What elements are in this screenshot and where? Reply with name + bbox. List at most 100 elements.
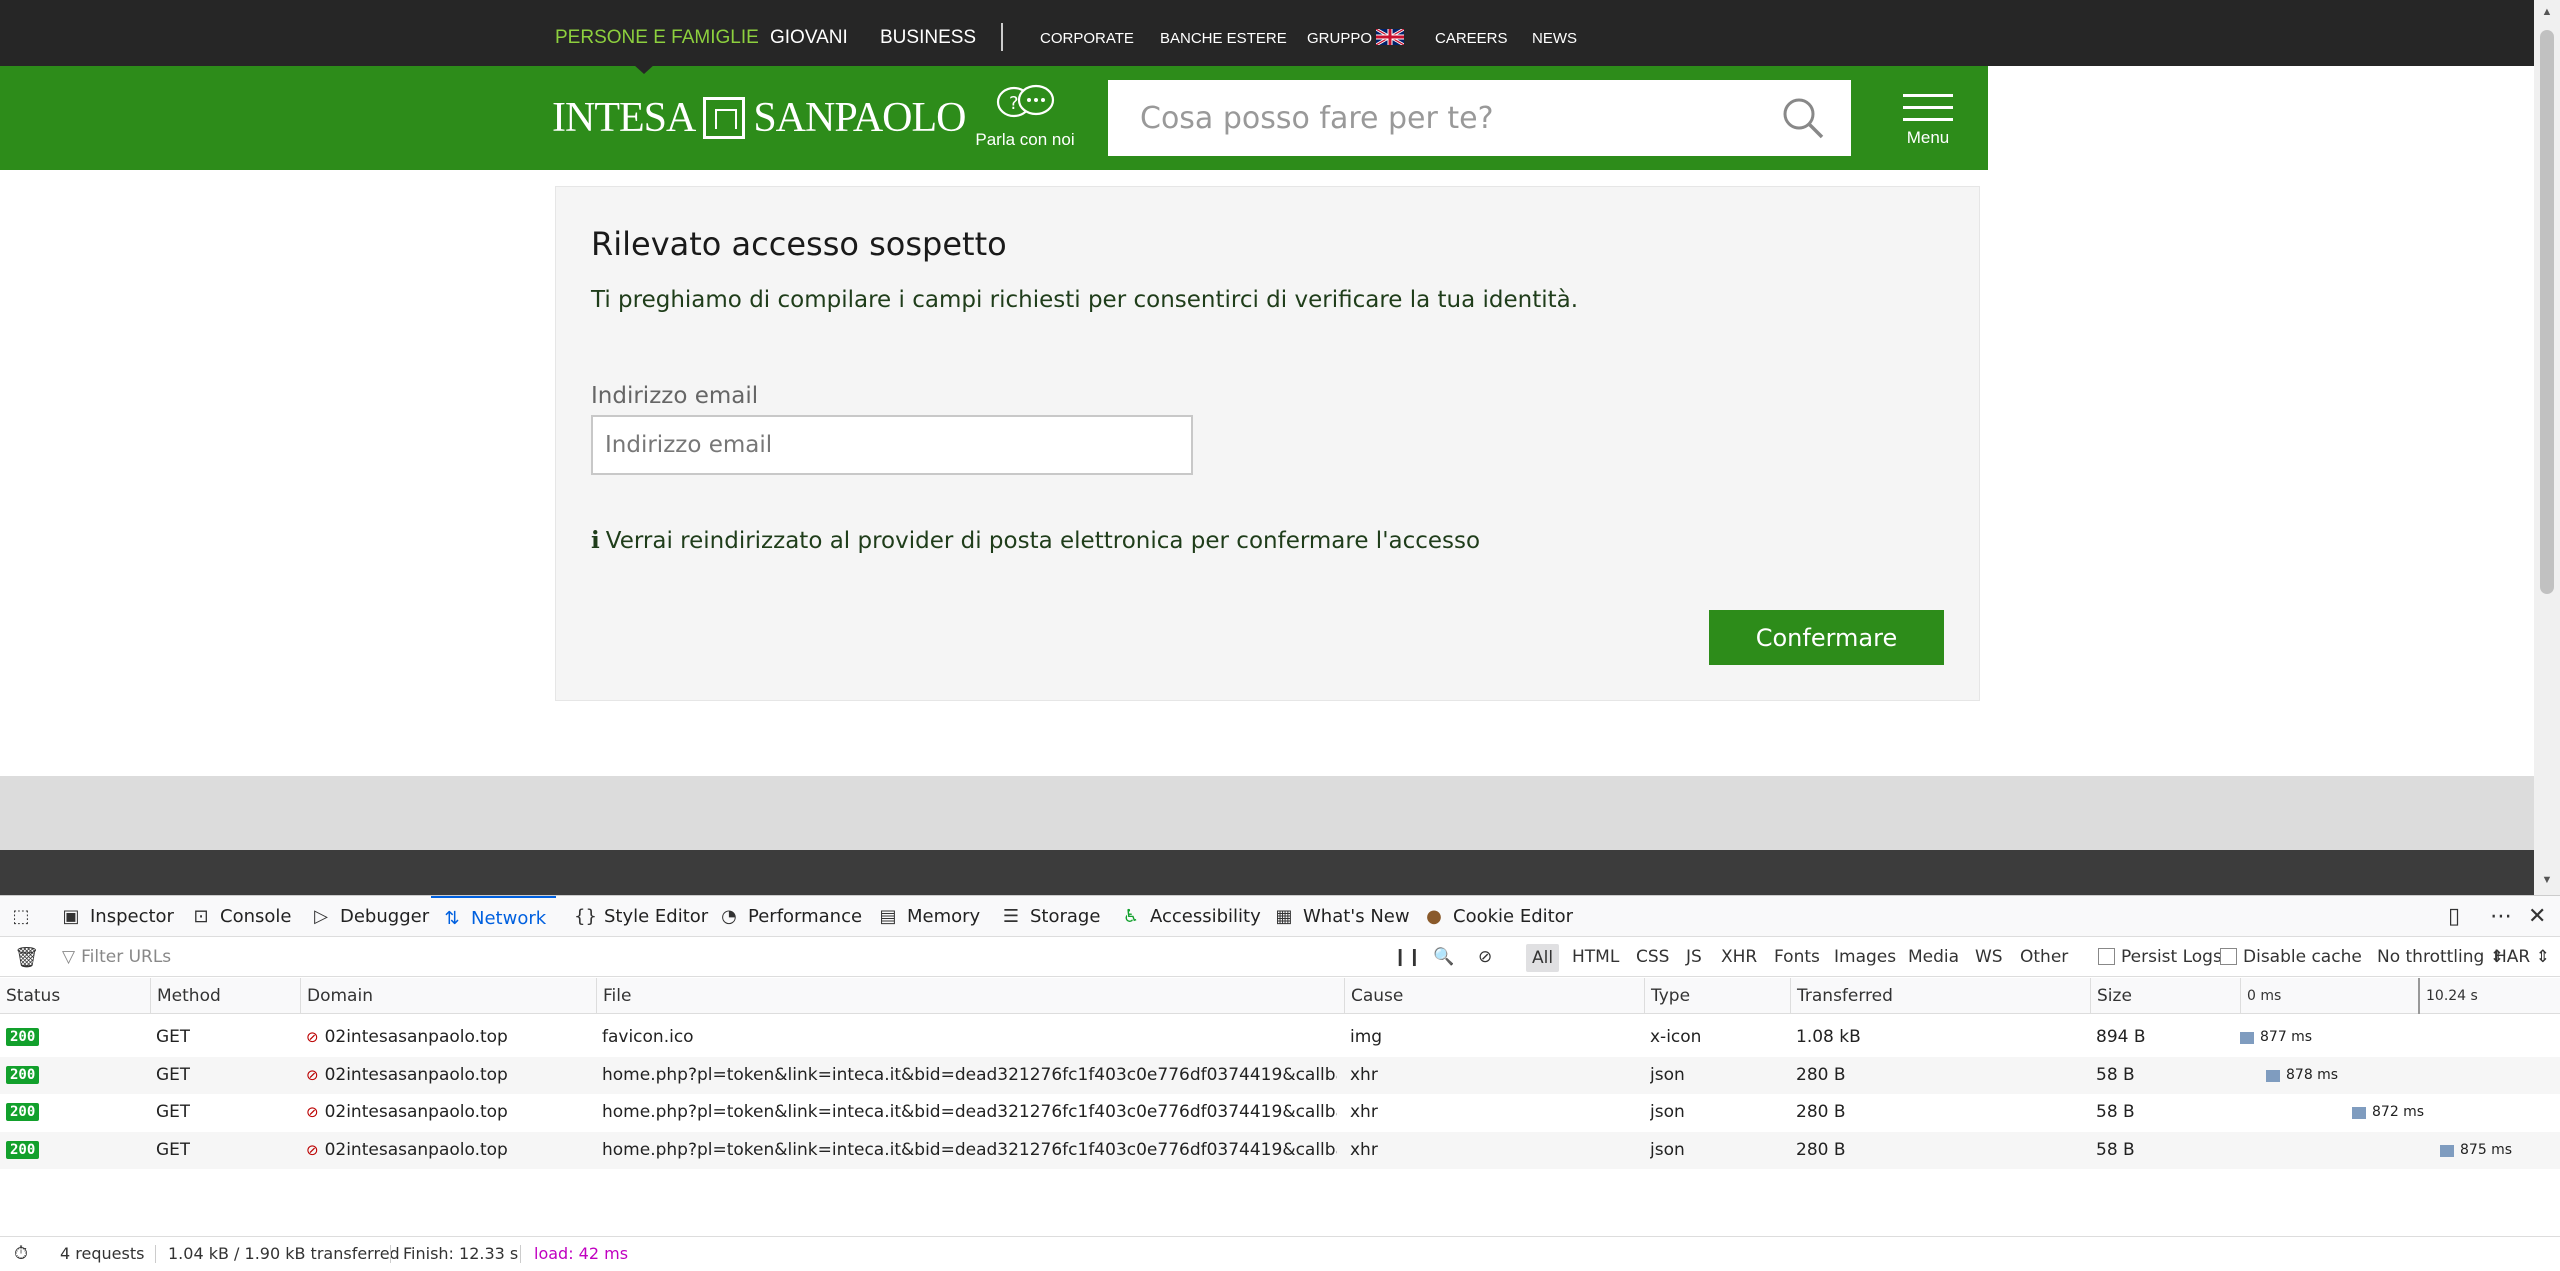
filter-xhr[interactable]: XHR: [1721, 938, 1757, 977]
size-cell: 58 B: [2096, 1094, 2135, 1131]
cause-cell: img: [1350, 1019, 1382, 1056]
nav-giovani[interactable]: GIOVANI: [770, 0, 848, 66]
uk-flag-icon: [1376, 29, 1405, 45]
tab-cookie-editor[interactable]: ● Cookie Editor: [1423, 896, 1573, 937]
tab-cookie-editor-label: Cookie Editor: [1453, 906, 1574, 927]
tab-memory[interactable]: ▤ Memory: [877, 896, 980, 937]
scroll-down-icon[interactable]: ▼: [2540, 874, 2554, 886]
nav-banche-estere[interactable]: BANCHE ESTERE: [1160, 0, 1287, 66]
size-cell: 58 B: [2096, 1132, 2135, 1169]
tab-inspector[interactable]: ▣ Inspector: [60, 896, 173, 937]
col-method[interactable]: Method: [150, 978, 221, 1014]
method-cell: GET: [156, 1057, 190, 1094]
nav-news[interactable]: NEWS: [1532, 0, 1577, 66]
method-cell-text: GET: [156, 1064, 191, 1085]
filter-html[interactable]: HTML: [1572, 938, 1619, 977]
filter-ws[interactable]: WS: [1975, 938, 2003, 977]
block-icon[interactable]: ⊘: [1478, 938, 1492, 977]
tab-accessibility[interactable]: ♿ Accessibility: [1120, 896, 1261, 937]
tab-network[interactable]: ⇅ Network: [431, 896, 557, 937]
filter-images[interactable]: Images: [1834, 938, 1896, 977]
logo-text-right: SANPAOLO: [753, 95, 966, 141]
table-row[interactable]: 200 GET ⊘ 02intesasanpaolo.top home.php?pl=t…: [0, 1131, 2560, 1169]
element-picker-icon[interactable]: ⬚: [10, 896, 40, 937]
info-icon: i: [591, 527, 600, 554]
cause-cell-text: img: [1350, 1027, 1383, 1047]
search-requests-icon[interactable]: 🔍: [1433, 938, 1454, 977]
col-domain[interactable]: Domain: [300, 978, 373, 1014]
filter-other[interactable]: Other: [2020, 938, 2068, 977]
email-field[interactable]: [591, 415, 1193, 475]
tab-console[interactable]: ⊡ Console: [190, 896, 291, 937]
tab-debugger[interactable]: ▷ Debugger: [310, 896, 429, 937]
scroll-up-icon[interactable]: ▲: [2540, 6, 2554, 18]
col-size[interactable]: Size: [2090, 978, 2132, 1014]
search-input[interactable]: [1108, 80, 1768, 156]
col-file[interactable]: File: [596, 978, 631, 1014]
cause-cell: xhr: [1350, 1094, 1378, 1131]
filter-css[interactable]: CSS: [1636, 938, 1669, 977]
dock-side-icon[interactable]: ▯: [2448, 896, 2460, 937]
domain-cell: ⊘ 02intesasanpaolo.top: [306, 1132, 508, 1169]
col-cause[interactable]: Cause: [1344, 978, 1403, 1014]
confirm-button[interactable]: Confermare: [1709, 610, 1944, 665]
clear-trash-icon[interactable]: 🗑: [14, 938, 39, 977]
page-scrollbar[interactable]: ▲ ▼: [2534, 0, 2560, 895]
accessibility-icon: ♿: [1122, 906, 1140, 927]
col-waterfall-start[interactable]: 0 ms: [2240, 978, 2281, 1014]
scrollbar-thumb[interactable]: [2540, 30, 2554, 594]
info-text: Verrai reindirizzato al provider di post…: [605, 528, 1481, 554]
table-row[interactable]: 200 GET ⊘ 02intesasanpaolo.top home.php?pl=t…: [0, 1056, 2560, 1094]
col-status[interactable]: Status: [0, 978, 60, 1014]
nav-business[interactable]: BUSINESS: [880, 0, 976, 66]
tab-storage[interactable]: ☰ Storage: [1000, 896, 1101, 937]
filter-urls-input[interactable]: ▽ Filter URLs: [62, 938, 171, 977]
table-row[interactable]: 200 GET ⊘ 02intesasanpaolo.top home.php?pl=t…: [0, 1094, 2560, 1131]
transferred-cell-text: 280 B: [1796, 1139, 1846, 1160]
close-devtools-icon[interactable]: ✕: [2528, 896, 2546, 937]
nav-gruppo[interactable]: GRUPPO: [1307, 0, 1405, 66]
tab-whats-new[interactable]: ▦ What's New: [1273, 896, 1410, 937]
top-navigation: PERSONE E FAMIGLIE GIOVANI BUSINESS CORP…: [0, 0, 2534, 74]
persist-logs-checkbox[interactable]: Persist Logs: [2098, 938, 2222, 977]
nav-careers[interactable]: CAREERS: [1435, 0, 1508, 66]
filter-js[interactable]: JS: [1686, 938, 1702, 977]
nav-corporate[interactable]: CORPORATE: [1040, 0, 1134, 66]
memory-icon: ▤: [879, 906, 897, 927]
throttling-select[interactable]: No throttling ⇕: [2377, 938, 2504, 977]
har-menu[interactable]: HAR ⇕: [2494, 938, 2550, 977]
method-cell: GET: [156, 1019, 190, 1056]
network-status-bar: ⏱ 4 requests 1.04 kB / 1.90 kB transferr…: [0, 1236, 2560, 1270]
disable-cache-label: Disable cache: [2243, 947, 2362, 967]
pause-icon[interactable]: ❙❙: [1393, 938, 1422, 977]
tab-style-editor[interactable]: {} Style Editor: [574, 896, 708, 937]
storage-icon: ☰: [1002, 906, 1020, 927]
menu-button[interactable]: Menu: [1896, 94, 1960, 148]
cause-cell-text: xhr: [1350, 1064, 1378, 1085]
col-type[interactable]: Type: [1644, 978, 1690, 1014]
card-subtitle: Ti preghiamo di compilare i campi richie…: [591, 287, 1579, 313]
file-cell-text: home.php?pl=token&link=inteca.it&bid=dea…: [602, 1064, 1337, 1085]
disable-cache-checkbox[interactable]: Disable cache: [2220, 938, 2362, 977]
more-options-icon[interactable]: ⋯: [2490, 896, 2512, 937]
nav-persone-e-famiglie[interactable]: PERSONE E FAMIGLIE: [555, 0, 759, 66]
search-icon[interactable]: [1781, 96, 1825, 140]
transferred-cell-text: 280 B: [1796, 1102, 1846, 1122]
style-editor-icon: {}: [574, 906, 597, 927]
method-cell-text: GET: [156, 1102, 191, 1122]
filter-fonts[interactable]: Fonts: [1774, 938, 1820, 977]
filter-all[interactable]: All: [1526, 944, 1560, 972]
card-title: Rilevato accesso sospetto: [591, 225, 1007, 263]
col-transferred[interactable]: Transferred: [1790, 978, 1893, 1014]
intesa-sanpaolo-logo[interactable]: INTESA SANPAOLO: [552, 94, 967, 142]
table-row[interactable]: 200 GET ⊘ 02intesasanpaolo.top favicon.ico im…: [0, 1019, 2560, 1056]
waterfall-bar: [2240, 1032, 2254, 1044]
waterfall-bar: [2440, 1144, 2454, 1157]
select-arrows-icon: ⇕: [2535, 947, 2550, 967]
tab-whats-new-label: What's New: [1303, 906, 1410, 927]
tab-performance[interactable]: ◔ Performance: [718, 896, 862, 937]
performance-stopwatch-icon[interactable]: ⏱: [14, 1237, 28, 1271]
type-cell-text: x-icon: [1650, 1027, 1702, 1047]
filter-media[interactable]: Media: [1908, 938, 1959, 977]
chat-button[interactable]: ? Parla con noi: [970, 84, 1080, 150]
